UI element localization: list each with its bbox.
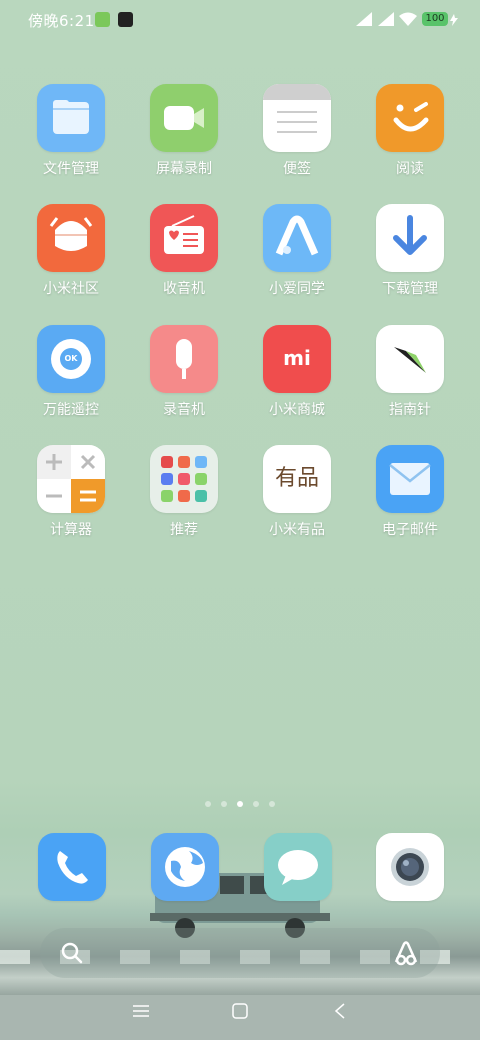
page-dot[interactable] <box>253 801 259 807</box>
browser-globe-icon <box>151 833 219 901</box>
search-icon[interactable] <box>60 941 84 965</box>
download-arrow-icon <box>376 204 444 272</box>
app-reader-smile[interactable]: 阅读 <box>360 84 460 178</box>
app-label: 阅读 <box>396 161 424 177</box>
mail-icon <box>376 445 444 513</box>
app-mi-store[interactable]: mi 小米商城 <box>247 325 347 419</box>
app-label: 计算器 <box>50 522 92 538</box>
app-calculator[interactable]: 计算器 <box>21 445 121 539</box>
signal-2-icon <box>378 12 394 26</box>
app-recommend-folder[interactable]: 推荐 <box>134 445 234 539</box>
notification-game-icon <box>118 12 133 27</box>
calculator-icon <box>37 445 105 513</box>
app-label: 收音机 <box>163 281 205 297</box>
app-mi-community[interactable]: 小米社区 <box>21 204 121 298</box>
app-label: 小米商城 <box>269 402 325 418</box>
compass-icon <box>376 325 444 393</box>
dock-browser[interactable] <box>151 833 219 901</box>
app-label: 屏幕录制 <box>156 161 212 177</box>
app-label: 下载管理 <box>382 281 438 297</box>
app-video-camera[interactable]: 屏幕录制 <box>134 84 234 178</box>
dock-phone[interactable] <box>38 833 106 901</box>
app-mail[interactable]: 电子邮件 <box>360 445 460 539</box>
app-xiaoai[interactable]: 小爱同学 <box>247 204 347 298</box>
xiaoai-assistant-icon[interactable] <box>392 940 420 966</box>
radio-icon <box>150 204 218 272</box>
app-download-arrow[interactable]: 下载管理 <box>360 204 460 298</box>
app-remote-control[interactable]: OK 万能遥控 <box>21 325 121 419</box>
page-dot[interactable] <box>205 801 211 807</box>
app-compass[interactable]: 指南针 <box>360 325 460 419</box>
battery-indicator: 100 <box>422 12 448 26</box>
page-dot[interactable] <box>237 801 243 807</box>
menu-icon[interactable] <box>133 1004 149 1018</box>
app-label: 文件管理 <box>43 161 99 177</box>
app-label: 指南针 <box>389 402 431 418</box>
app-microphone[interactable]: 录音机 <box>134 325 234 419</box>
remote-ok-text: OK <box>64 354 78 363</box>
home-icon[interactable] <box>232 1003 248 1019</box>
search-bar[interactable] <box>40 928 440 978</box>
microphone-icon <box>150 325 218 393</box>
status-time: 傍晚6:21 <box>28 12 95 30</box>
page-dot[interactable] <box>269 801 275 807</box>
messages-icon <box>264 833 332 901</box>
navigation-bar <box>0 1000 480 1024</box>
app-youpin[interactable]: 有品 小米有品 <box>247 445 347 539</box>
camera-icon <box>376 833 444 901</box>
youpin-logo-text: 有品 <box>274 466 319 491</box>
app-label: 小米有品 <box>269 522 325 538</box>
notification-app-icon <box>95 12 110 27</box>
wifi-icon <box>399 12 417 26</box>
app-radio[interactable]: 收音机 <box>134 204 234 298</box>
dock-messages[interactable] <box>264 833 332 901</box>
remote-control-icon: OK <box>37 325 105 393</box>
page-indicator <box>0 801 480 807</box>
phone-icon <box>38 833 106 901</box>
charging-icon <box>450 14 458 26</box>
video-camera-icon <box>150 84 218 152</box>
app-label: 小爱同学 <box>269 281 325 297</box>
youpin-icon: 有品 <box>263 445 331 513</box>
app-label: 便签 <box>283 161 311 177</box>
signal-icon <box>356 12 372 26</box>
app-label: 录音机 <box>163 402 205 418</box>
app-label: 小米社区 <box>43 281 99 297</box>
mi-store-icon: mi <box>263 325 331 393</box>
reader-smile-icon <box>376 84 444 152</box>
app-label: 万能遥控 <box>43 402 99 418</box>
folder-icon <box>37 84 105 152</box>
status-bar: 傍晚6:21 100 <box>0 0 480 40</box>
back-icon[interactable] <box>334 1003 346 1019</box>
app-folder[interactable]: 文件管理 <box>21 84 121 178</box>
mi-logo-text: mi <box>283 346 311 370</box>
mi-community-icon <box>37 204 105 272</box>
page-dot[interactable] <box>221 801 227 807</box>
recommend-folder-icon <box>150 445 218 513</box>
app-label: 电子邮件 <box>382 522 438 538</box>
app-label: 推荐 <box>170 522 198 538</box>
dock-camera[interactable] <box>376 833 444 901</box>
xiaoai-icon <box>263 204 331 272</box>
app-notes[interactable]: 便签 <box>247 84 347 178</box>
notes-icon <box>263 84 331 152</box>
